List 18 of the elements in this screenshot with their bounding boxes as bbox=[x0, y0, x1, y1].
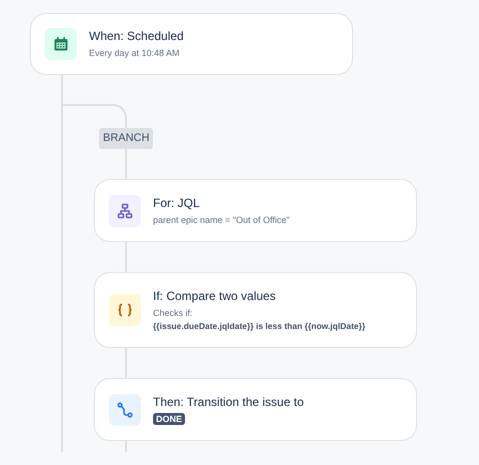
step-description: parent epic name = "Out of Office" bbox=[153, 214, 290, 226]
step-card[interactable]: When: Scheduled Every day at 10:48 AM bbox=[30, 13, 353, 75]
hierarchy-icon bbox=[117, 202, 133, 218]
condition-expression: {{issue.dueDate.jqldate}} is less than {{now.jqlDate}} bbox=[153, 320, 366, 332]
step-card[interactable]: If: Compare two values Checks if: {{issue.dueDate.jqldate}} is less than {{now.jqlDate}} bbox=[94, 272, 417, 348]
step-card[interactable]: For: JQL parent epic name = "Out of Office" bbox=[94, 179, 417, 242]
calendar-icon bbox=[53, 36, 69, 52]
status-lozenge: DONE bbox=[153, 412, 186, 424]
step-title: If: Compare two values bbox=[153, 288, 277, 304]
step-description: Every day at 10:48 AM bbox=[89, 47, 181, 59]
step-title: Then: Transition the issue to bbox=[153, 394, 304, 410]
step-description: Checks if: bbox=[153, 306, 194, 318]
braces-icon bbox=[117, 302, 133, 318]
branch-label: BRANCH bbox=[99, 128, 154, 149]
step-card[interactable]: Then: Transition the issue to DONE bbox=[94, 378, 417, 441]
step-title: For: JQL bbox=[153, 196, 201, 210]
transition-icon bbox=[117, 402, 133, 418]
step-title: When: Scheduled bbox=[89, 29, 184, 44]
